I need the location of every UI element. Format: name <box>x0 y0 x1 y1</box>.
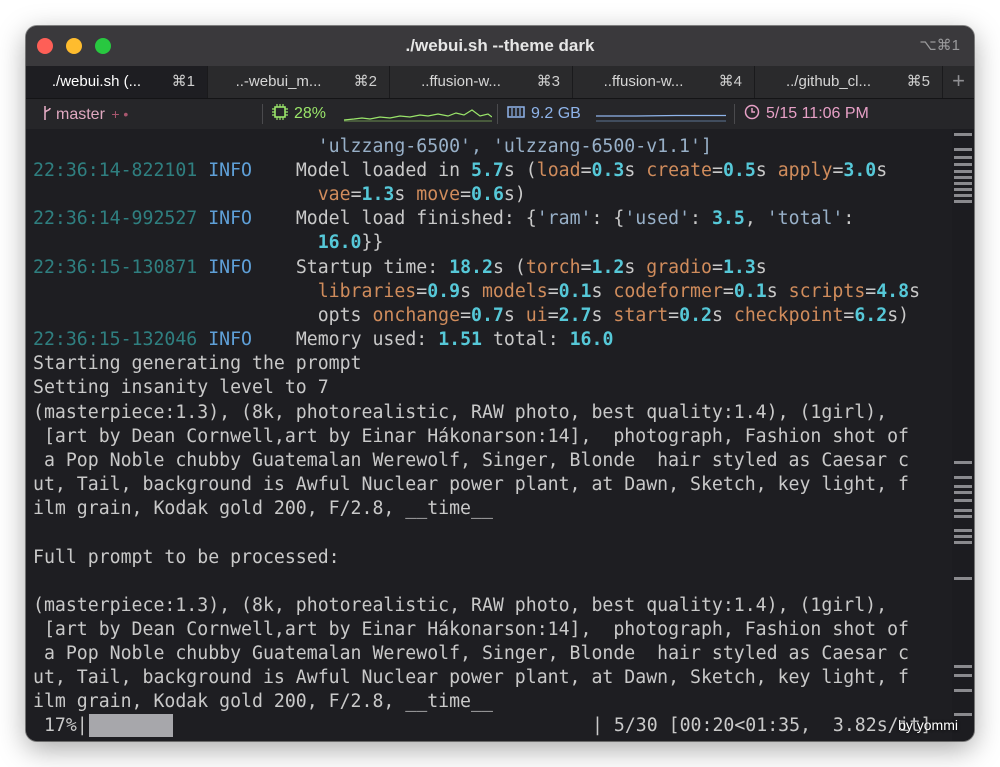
log-timestamp: 22:36:15-132046 <box>33 329 198 350</box>
tab-label: ../github_cl... <box>785 73 872 90</box>
watermark-credit: by yommi <box>898 717 958 733</box>
log-line: libraries=0.9s models=0.1s codeformer=0.… <box>317 281 921 302</box>
git-dirty-indicator: + • <box>111 106 129 122</box>
tab-shortcut: ⌘2 <box>353 73 377 90</box>
clock-time: 5/15 11:06 PM <box>766 105 869 122</box>
log-line: vae=1.3s move=0.6s) <box>317 184 526 205</box>
git-status: master + • <box>41 99 128 129</box>
output-line: ut, Tail, background is Awful Nuclear po… <box>33 474 909 495</box>
log-timestamp: 22:36:14-822101 <box>33 160 198 181</box>
progress-bar-fill <box>89 714 173 737</box>
output-line: Full prompt to be processed: <box>33 547 340 568</box>
log-timestamp: 22:36:15-130871 <box>33 257 198 278</box>
output-line: [art by Dean Cornwell,art by Einar Hákon… <box>33 426 909 447</box>
tab-3[interactable]: ..ffusion-w... ⌘3 <box>390 66 573 98</box>
window-title: ./webui.sh --theme dark <box>405 36 595 55</box>
scrollbar-marks <box>954 133 972 716</box>
log-line: 22:36:14-992527 INFO Model load finished… <box>33 208 855 229</box>
log-level: INFO <box>208 208 253 229</box>
tab-label: ..ffusion-w... <box>421 73 501 90</box>
tab-shortcut: ⌘1 <box>171 73 195 90</box>
memory-usage: 9.2 GB <box>531 105 581 122</box>
log-level: INFO <box>208 257 253 278</box>
log-level: INFO <box>208 329 253 350</box>
git-branch: master <box>56 106 105 123</box>
log-level: INFO <box>208 160 253 181</box>
scrollbar[interactable] <box>952 129 974 741</box>
output-line: a Pop Noble chubby Guatemalan Werewolf, … <box>33 643 909 664</box>
terminal-window: ./webui.sh --theme dark ⌥⌘1 ./webui.sh (… <box>26 26 974 741</box>
memory-icon <box>507 106 525 118</box>
log-line: 'ulzzang-6500', 'ulzzang-6500-v1.1'] <box>317 136 712 157</box>
output-line: ilm grain, Kodak gold 200, F/2.8, __time… <box>33 691 493 712</box>
log-line: 22:36:14-822101 INFO Model loaded in 5.7… <box>33 160 888 181</box>
progress-status: | 5/30 [00:20<01:35, 3.82s/it] <box>592 715 932 736</box>
memory-sparkline <box>596 114 726 122</box>
new-tab-button[interactable]: + <box>943 66 974 98</box>
log-line: opts onchange=0.7s ui=2.7s start=0.2s ch… <box>317 305 910 326</box>
cpu-sparkline <box>344 109 492 122</box>
log-line: 22:36:15-130871 INFO Startup time: 18.2s… <box>33 257 767 278</box>
divider <box>262 104 263 124</box>
log-timestamp: 22:36:14-992527 <box>33 208 198 229</box>
tab-label: ..-webui_m... <box>235 73 322 90</box>
tab-bar: ./webui.sh (... ⌘1 ..-webui_m... ⌘2 ..ff… <box>26 66 974 99</box>
git-branch-icon <box>44 106 51 120</box>
title-bar: ./webui.sh --theme dark ⌥⌘1 <box>26 26 974 66</box>
tab-label: ./webui.sh (... <box>51 73 142 90</box>
clock-icon <box>744 104 760 120</box>
clock-status: 5/15 11:06 PM <box>744 99 869 129</box>
status-bar: master + • 28% 9.2 GB 5/15 11:06 PM <box>26 99 974 129</box>
divider <box>734 104 735 124</box>
tab-label: ..ffusion-w... <box>603 73 684 90</box>
output-line: (masterpiece:1.3), (8k, photorealistic, … <box>33 595 888 616</box>
tab-shortcut: ⌘5 <box>906 73 930 90</box>
cpu-status: 28% <box>272 99 326 129</box>
memory-status: 9.2 GB <box>507 99 581 129</box>
output-line: Setting insanity level to 7 <box>33 377 329 398</box>
log-line: 16.0}} <box>317 232 384 253</box>
divider <box>497 104 498 124</box>
output-line: a Pop Noble chubby Guatemalan Werewolf, … <box>33 450 909 471</box>
output-line: ilm grain, Kodak gold 200, F/2.8, __time… <box>33 498 493 519</box>
output-line: (masterpiece:1.3), (8k, photorealistic, … <box>33 402 888 423</box>
tab-shortcut: ⌘4 <box>718 73 742 90</box>
window-shortcut: ⌥⌘1 <box>919 37 960 54</box>
output-line: ut, Tail, background is Awful Nuclear po… <box>33 667 909 688</box>
terminal-output[interactable]: 'ulzzang-6500', 'ulzzang-6500-v1.1'] 22:… <box>26 129 952 741</box>
output-line: Starting generating the prompt <box>33 353 362 374</box>
tab-1[interactable]: ./webui.sh (... ⌘1 <box>26 66 208 98</box>
tab-2[interactable]: ..-webui_m... ⌘2 <box>208 66 390 98</box>
log-line: 22:36:15-132046 INFO Memory used: 1.51 t… <box>33 329 614 350</box>
output-line: [art by Dean Cornwell,art by Einar Hákon… <box>33 619 909 640</box>
cpu-chip-icon <box>272 104 288 120</box>
tab-5[interactable]: ../github_cl... ⌘5 <box>755 66 943 98</box>
cpu-usage: 28% <box>294 105 327 122</box>
tab-4[interactable]: ..ffusion-w... ⌘4 <box>573 66 755 98</box>
progress-percent: 17%| <box>33 715 88 736</box>
tab-shortcut: ⌘3 <box>536 73 560 90</box>
